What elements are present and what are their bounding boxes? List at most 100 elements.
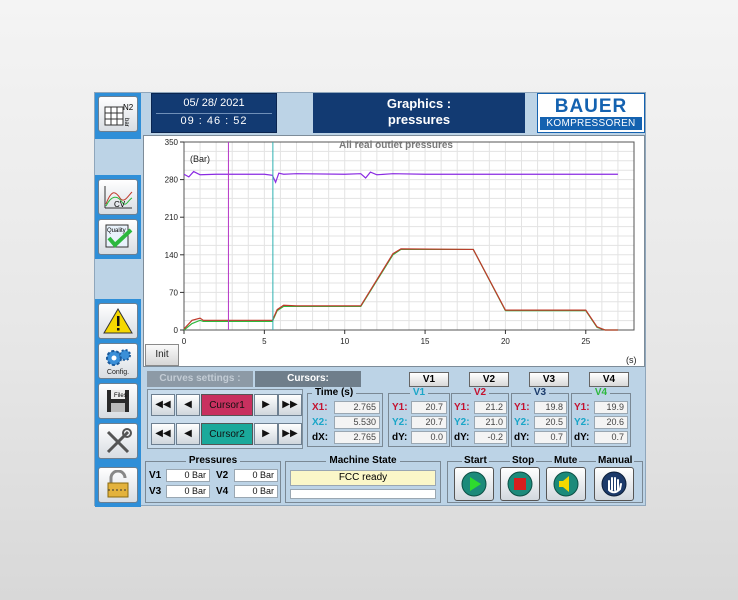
- start-legend: Start: [462, 455, 489, 466]
- quality-button[interactable]: Quality: [98, 219, 138, 255]
- files-button[interactable]: Files: [98, 383, 138, 419]
- dx-label: dX:: [312, 432, 329, 443]
- x1-label: X1:: [312, 402, 328, 413]
- hmi-panel: N2 bar CV Quality Config. Files 05/ 28/ …: [94, 92, 646, 507]
- v4-y2-value: 20.6: [594, 416, 628, 429]
- v4-y2-label: Y2:: [574, 417, 590, 428]
- init-button[interactable]: Init: [145, 344, 179, 366]
- cursor2-back-button[interactable]: ◀: [176, 423, 200, 445]
- page-title: Graphics : pressures: [313, 93, 525, 133]
- v1-y2-value: 20.7: [411, 416, 447, 429]
- v3-group: V3 Y1: 19.8 Y2: 20.5 dY: 0.7: [511, 387, 569, 447]
- header: 05/ 28/ 2021 09 : 46 : 52 Graphics : pre…: [151, 93, 645, 133]
- n2-bar-button[interactable]: N2 bar: [98, 96, 138, 132]
- page-title-line1: Graphics :: [386, 96, 452, 111]
- y-tick-label: 140: [165, 251, 179, 260]
- v3-y2-value: 20.5: [534, 416, 567, 429]
- pressure-v1-label: V1: [149, 470, 162, 481]
- v4-y1-label: Y1:: [574, 402, 590, 413]
- v2-group: V2 Y1: 21.2 Y2: 21.0 dY: -0.2: [451, 387, 509, 447]
- bottom-status-bar: Pressures V1 0 Bar V2 0 Bar V3 0 Bar V4 …: [143, 455, 645, 505]
- cursor-control-panel: ◀◀ ◀ Cursor1 ▶ ▶▶ ◀◀ ◀ Cursor2 ▶ ▶▶: [147, 389, 303, 449]
- cursor2-fast-forward-button[interactable]: ▶▶: [278, 423, 302, 445]
- pressure-chart[interactable]: 0 5 10 15 20 25 0 70 140 210 280 350 (Bar) (s) All …: [143, 135, 645, 367]
- chart-axes: 0 5 10 15 20 25 0 70 140 210 280 350: [165, 138, 635, 346]
- tools-button[interactable]: [98, 423, 138, 459]
- x2-label: X2:: [312, 417, 328, 428]
- pressure-v3-label: V3: [149, 486, 162, 497]
- y-tick-label: 280: [165, 176, 179, 185]
- cursor1-fast-forward-button[interactable]: ▶▶: [278, 394, 302, 416]
- v2-y1-label: Y1:: [454, 402, 470, 413]
- cursor2-forward-button[interactable]: ▶: [254, 423, 278, 445]
- v3-y1-label: Y1:: [514, 402, 530, 413]
- bauer-logo: BAUER KOMPRESSOREN: [537, 93, 645, 133]
- bar-label: bar: [123, 118, 129, 127]
- x-tick-label: 5: [262, 337, 267, 346]
- pressures-group: Pressures V1 0 Bar V2 0 Bar V3 0 Bar V4 …: [145, 455, 281, 503]
- start-button[interactable]: [454, 467, 494, 501]
- v2-dy-label: dY:: [454, 432, 470, 443]
- v3-group-legend: V3: [530, 387, 550, 398]
- v2-group-legend: V2: [470, 387, 490, 398]
- v2-button[interactable]: V2: [469, 372, 509, 387]
- time-text: 09 : 46 : 52: [180, 115, 248, 127]
- stop-button[interactable]: [500, 467, 540, 501]
- floppy-disk-icon: Files: [107, 390, 129, 412]
- config-button[interactable]: Config.: [98, 343, 138, 379]
- v3-dy-label: dY:: [514, 432, 530, 443]
- v1-dy-value: 0.0: [411, 431, 447, 444]
- manual-legend: Manual: [596, 455, 635, 466]
- v2-y1-value: 21.2: [474, 401, 507, 414]
- cursor1-forward-button[interactable]: ▶: [254, 394, 278, 416]
- cursor2-fast-back-button[interactable]: ◀◀: [151, 423, 175, 445]
- v2-y2-value: 21.0: [474, 416, 507, 429]
- logo-bauer-text: BAUER: [554, 96, 628, 117]
- pressure-v4-value: 0 Bar: [234, 485, 278, 498]
- y-tick-label: 0: [174, 326, 179, 335]
- y-tick-label: 210: [165, 213, 179, 222]
- tab-curves-settings[interactable]: Curves settings :: [147, 371, 253, 387]
- y-axis-unit: (Bar): [190, 154, 210, 164]
- v3-button[interactable]: V3: [529, 372, 569, 387]
- v1-y2-label: Y2:: [392, 417, 408, 428]
- warning-button[interactable]: [98, 303, 138, 339]
- y-tick-label: 70: [169, 288, 178, 297]
- datetime-display: 05/ 28/ 2021 09 : 46 : 52: [151, 93, 277, 133]
- machine-state-legend: Machine State: [326, 455, 400, 466]
- sidebar: N2 bar CV Quality Config. Files: [95, 93, 141, 507]
- pressure-v4-label: V4: [216, 486, 229, 497]
- cursor1-back-button[interactable]: ◀: [176, 394, 200, 416]
- y-tick-label: 350: [165, 138, 179, 147]
- x-tick-label: 15: [421, 337, 430, 346]
- hand-icon: [601, 471, 627, 497]
- x-tick-label: 20: [501, 337, 510, 346]
- v1-group-legend: V1: [409, 387, 429, 398]
- series-line: [183, 248, 618, 331]
- pressure-v2-label: V2: [216, 470, 229, 481]
- x-tick-label: 25: [581, 337, 590, 346]
- cv-curves-button[interactable]: CV: [98, 179, 138, 215]
- mute-legend: Mute: [552, 455, 580, 466]
- pressure-chart-svg: 0 5 10 15 20 25 0 70 140 210 280 350 (Bar) (s) All …: [165, 138, 637, 365]
- v2-y2-label: Y2:: [454, 417, 470, 428]
- x2-value: 5.530: [334, 416, 380, 429]
- manual-button[interactable]: [594, 467, 634, 501]
- mute-button[interactable]: [546, 467, 586, 501]
- cursor1-fast-back-button[interactable]: ◀◀: [151, 394, 175, 416]
- v4-dy-value: 0.7: [594, 431, 628, 444]
- login-lock-button[interactable]: [98, 467, 138, 503]
- quality-check-icon: Quality: [105, 224, 133, 248]
- dx-value: 2.765: [334, 431, 380, 444]
- logo-kompressoren-text: KOMPRESSOREN: [540, 117, 642, 130]
- stop-legend: Stop: [510, 455, 537, 466]
- pressure-v3-value: 0 Bar: [166, 485, 210, 498]
- v4-button[interactable]: V4: [589, 372, 629, 387]
- tab-cursors[interactable]: Cursors:: [255, 371, 361, 387]
- pressure-v1-value: 0 Bar: [166, 469, 210, 482]
- v1-button[interactable]: V1: [409, 372, 449, 387]
- v3-dy-value: 0.7: [534, 431, 567, 444]
- config-label: Config.: [106, 368, 130, 376]
- v3-y2-label: Y2:: [514, 417, 530, 428]
- date-text: 05/ 28/ 2021: [183, 97, 245, 109]
